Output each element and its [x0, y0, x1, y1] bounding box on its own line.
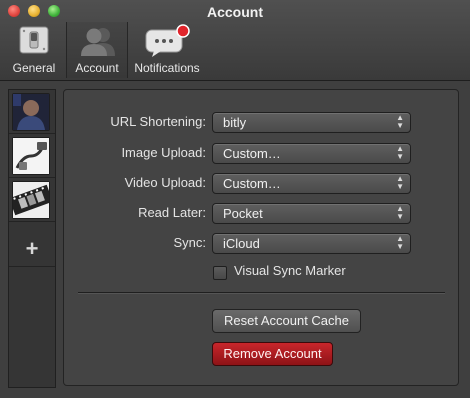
tab-account-label: Account	[75, 61, 119, 75]
visual-sync-marker-label[interactable]: Visual Sync Marker	[234, 263, 346, 278]
image-upload-select[interactable]: Custom… ▲ ▼	[212, 143, 411, 164]
divider	[78, 292, 445, 293]
visual-sync-marker-checkbox[interactable]	[213, 266, 227, 280]
window-title: Account	[207, 4, 263, 20]
updown-arrows-icon: ▲ ▼	[396, 113, 404, 130]
updown-arrows-icon: ▲ ▼	[396, 234, 404, 251]
image-upload-value: Custom…	[223, 146, 281, 161]
sync-value: iCloud	[223, 236, 260, 251]
video-upload-value: Custom…	[223, 176, 281, 191]
image-upload-label: Image Upload:	[121, 145, 206, 160]
updown-arrows-icon: ▲ ▼	[396, 174, 404, 191]
video-upload-select[interactable]: Custom… ▲ ▼	[212, 173, 411, 194]
url-shortening-select[interactable]: bitly ▲ ▼	[212, 112, 411, 133]
sync-label: Sync:	[173, 235, 206, 250]
tab-notifications-label: Notifications	[134, 61, 200, 75]
url-shortening-value: bitly	[223, 115, 247, 130]
tab-account[interactable]: Account	[66, 22, 128, 78]
read-later-select[interactable]: Pocket ▲ ▼	[212, 203, 411, 224]
sync-select[interactable]: iCloud ▲ ▼	[212, 233, 411, 254]
reset-account-cache-button[interactable]: Reset Account Cache	[212, 309, 361, 333]
speech-bubble-icon	[145, 24, 190, 57]
read-later-value: Pocket	[223, 206, 263, 221]
url-shortening-label: URL Shortening:	[110, 114, 206, 129]
notification-badge-icon	[176, 24, 190, 38]
sidebar-separator	[9, 266, 55, 267]
remove-account-button[interactable]: Remove Account	[212, 342, 333, 366]
tab-general[interactable]: General	[6, 22, 62, 78]
video-upload-label: Video Upload:	[124, 175, 206, 190]
people-icon	[81, 28, 115, 56]
tab-general-label: General	[12, 61, 56, 75]
title-bar: Account General Account Notifications	[0, 0, 470, 81]
preferences-window: Account General Account Notifications + …	[0, 0, 470, 398]
read-later-label: Read Later:	[138, 205, 206, 220]
updown-arrows-icon: ▲ ▼	[396, 204, 404, 221]
switch-icon	[19, 26, 49, 54]
tab-notifications[interactable]: Notifications	[130, 22, 204, 78]
sidebar-separator	[9, 133, 55, 134]
sidebar-separator	[9, 221, 55, 222]
updown-arrows-icon: ▲ ▼	[396, 144, 404, 161]
